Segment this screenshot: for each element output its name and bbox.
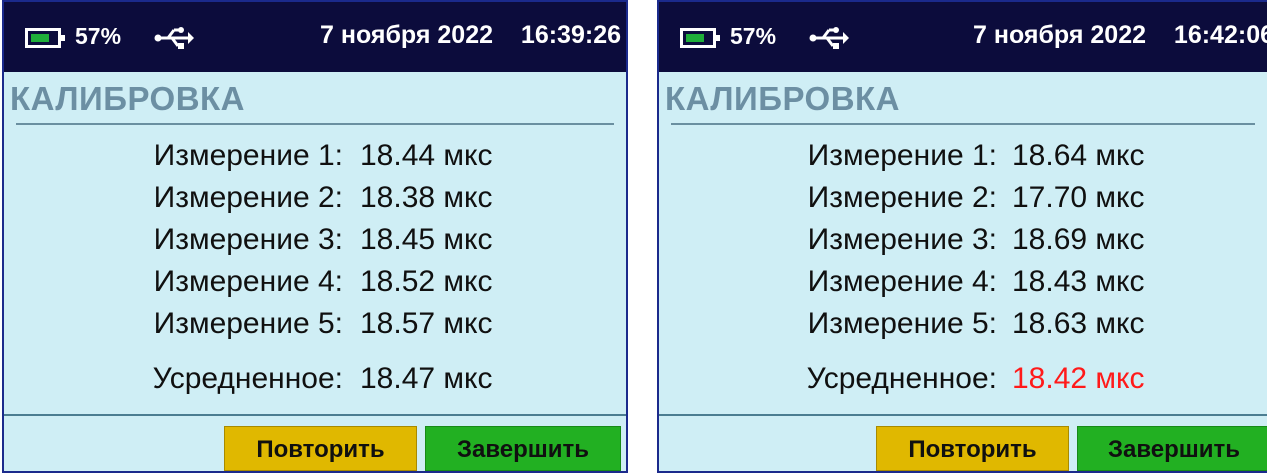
status-bar: 57% 7 ноября 2022 16:39:26 xyxy=(4,2,626,72)
calibration-screen-2: 57% 7 ноября 2022 16:42:06 КАЛИБРОВКА Из… xyxy=(657,0,1267,473)
status-date: 7 ноября 2022 16:39:26 xyxy=(320,21,621,49)
measurement-row: Измерение 4: 18.43 мкс xyxy=(659,265,1267,303)
repeat-button[interactable]: Повторить xyxy=(224,426,417,471)
measurement-value: 18.44 мкс xyxy=(360,139,493,172)
measurement-label: Измерение 1: xyxy=(807,139,997,172)
measurement-value: 18.52 мкс xyxy=(360,265,493,298)
battery-icon xyxy=(25,28,65,48)
footer-divider xyxy=(659,414,1267,416)
battery-percent: 57% xyxy=(730,23,777,49)
average-value: 18.42 мкс xyxy=(1012,362,1145,395)
calibration-screen-1: 57% 7 ноября 2022 16:39:26 КАЛИБРОВКА Из… xyxy=(2,0,628,473)
measurement-row: Измерение 1: 18.44 мкс xyxy=(4,139,626,177)
measurement-value: 18.69 мкс xyxy=(1012,223,1145,256)
measurement-label: Измерение 5: xyxy=(807,307,997,340)
measurement-label: Измерение 1: xyxy=(153,139,343,172)
measurement-label: Измерение 3: xyxy=(807,223,997,256)
footer-divider xyxy=(4,414,626,416)
average-row: Усредненное: 18.47 мкс xyxy=(4,362,626,400)
measurement-value: 17.70 мкс xyxy=(1012,181,1145,214)
measurement-row: Измерение 4: 18.52 мкс xyxy=(4,265,626,303)
average-value: 18.47 мкс xyxy=(360,362,493,395)
finish-button[interactable]: Завершить xyxy=(1077,426,1267,471)
usb-icon xyxy=(809,27,849,49)
status-bar: 57% 7 ноября 2022 16:42:06 xyxy=(659,2,1267,72)
status-time: 16:42:06 xyxy=(1173,21,1267,49)
average-label: Усредненное: xyxy=(806,362,997,395)
measurement-row: Измерение 5: 18.57 мкс xyxy=(4,307,626,345)
usb-icon xyxy=(154,27,194,49)
measurement-row: Измерение 2: 17.70 мкс xyxy=(659,181,1267,219)
measurement-label: Измерение 2: xyxy=(153,181,343,214)
measurement-row: Измерение 3: 18.69 мкс xyxy=(659,223,1267,261)
measurement-value: 18.43 мкс xyxy=(1012,265,1145,298)
measurement-value: 18.57 мкс xyxy=(360,307,493,340)
measurement-value: 18.63 мкс xyxy=(1012,307,1145,340)
average-label: Усредненное: xyxy=(152,362,343,395)
finish-button[interactable]: Завершить xyxy=(425,426,621,471)
battery-percent: 57% xyxy=(75,23,122,49)
measurement-label: Измерение 2: xyxy=(807,181,997,214)
page-title: КАЛИБРОВКА xyxy=(10,80,246,117)
measurement-value: 18.45 мкс xyxy=(360,223,493,256)
measurement-label: Измерение 3: xyxy=(153,223,343,256)
measurement-row: Измерение 5: 18.63 мкс xyxy=(659,307,1267,345)
page-title: КАЛИБРОВКА xyxy=(665,80,901,117)
measurement-value: 18.38 мкс xyxy=(360,181,493,214)
average-row: Усредненное: 18.42 мкс xyxy=(659,362,1267,400)
status-time: 16:39:26 xyxy=(520,21,621,49)
measurement-value: 18.64 мкс xyxy=(1012,139,1145,172)
battery-icon xyxy=(680,28,720,48)
title-divider xyxy=(16,123,614,125)
measurement-row: Измерение 3: 18.45 мкс xyxy=(4,223,626,261)
measurement-row: Измерение 1: 18.64 мкс xyxy=(659,139,1267,177)
measurement-label: Измерение 4: xyxy=(153,265,343,298)
status-date: 7 ноября 2022 16:42:06 xyxy=(973,21,1267,50)
measurement-row: Измерение 2: 18.38 мкс xyxy=(4,181,626,219)
measurement-label: Измерение 5: xyxy=(153,307,343,340)
repeat-button[interactable]: Повторить xyxy=(876,426,1069,471)
title-divider xyxy=(671,123,1255,125)
measurement-label: Измерение 4: xyxy=(807,265,997,298)
